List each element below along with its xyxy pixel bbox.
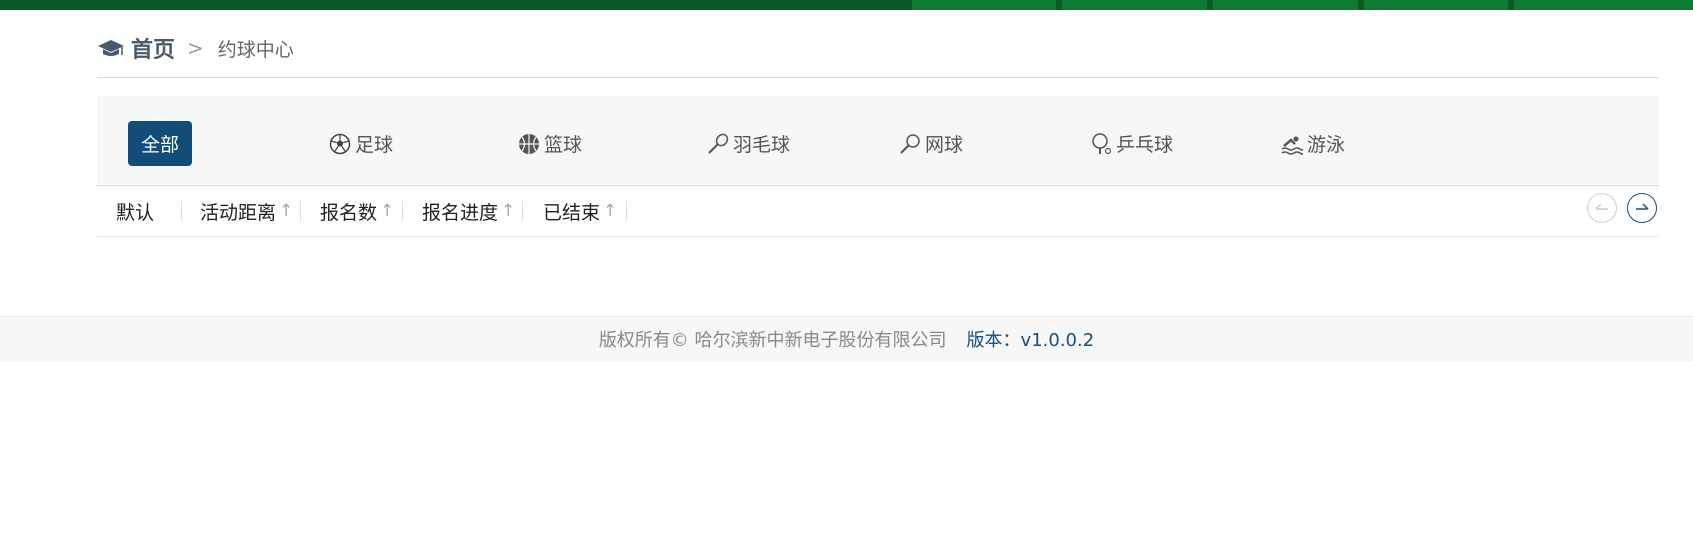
breadcrumb-home-link[interactable]: 首页 [131, 32, 175, 64]
sport-category-tabs: 全部 足球 篮球 羽毛球 网球 乒乓球 游泳 [97, 96, 1659, 184]
top-banner [0, 0, 1693, 10]
sort-default[interactable]: 默认 [116, 196, 154, 226]
sort-arrow-up-icon: ↑ [603, 201, 618, 221]
sort-arrow-up-icon: ↑ [380, 201, 395, 221]
sort-label: 报名数 [320, 201, 378, 224]
copyright-text: 版权所有© 哈尔滨新中新电子股份有限公司 [598, 330, 947, 351]
tab-label: 网球 [925, 134, 964, 156]
soccer-ball-icon [329, 133, 351, 154]
sort-ended[interactable]: 已结束 ↑ [543, 196, 617, 226]
tab-tennis[interactable]: 网球 [899, 121, 963, 166]
sort-signups[interactable]: 报名数 ↑ [320, 196, 394, 226]
previous-page-button[interactable] [1587, 193, 1617, 223]
tab-label: 乒乓球 [1116, 134, 1174, 156]
tab-swimming[interactable]: 游泳 [1281, 121, 1345, 166]
sort-progress[interactable]: 报名进度 ↑ [422, 196, 515, 226]
arrow-left-icon [1595, 203, 1608, 210]
sort-distance[interactable]: 活动距离 ↑ [200, 196, 293, 226]
tennis-racket-icon [900, 133, 920, 154]
sort-label: 报名进度 [422, 201, 499, 224]
sort-label: 默认 [116, 201, 155, 224]
breadcrumb-current: 约球中心 [217, 38, 294, 61]
tab-all[interactable]: 全部 [128, 121, 193, 166]
breadcrumb-separator-icon: > [187, 36, 204, 60]
ping-pong-icon [1092, 132, 1112, 154]
footer: 版权所有© 哈尔滨新中新电子股份有限公司 版本：v1.0.0.2 [0, 316, 1693, 361]
tab-soccer[interactable]: 足球 [329, 121, 393, 166]
basketball-icon [519, 133, 539, 154]
badminton-racket-icon [708, 133, 729, 154]
tab-badminton[interactable]: 羽毛球 [707, 121, 790, 166]
sort-label: 已结束 [543, 201, 601, 224]
version-text: 版本：v1.0.0.2 [966, 330, 1095, 351]
divider [300, 201, 301, 221]
divider [181, 201, 182, 221]
sort-bar: 默认 活动距离 ↑ 报名数 ↑ 报名进度 ↑ 已结束 ↑ [97, 186, 1659, 236]
graduation-cap-icon [98, 40, 124, 56]
divider [522, 201, 523, 221]
swimming-icon [1281, 136, 1303, 155]
divider [402, 201, 403, 221]
breadcrumb: 首页 > 约球中心 [97, 32, 294, 64]
tab-ping-pong[interactable]: 乒乓球 [1090, 121, 1173, 166]
arrow-right-icon [1636, 203, 1649, 210]
sort-arrow-up-icon: ↑ [501, 201, 516, 221]
divider [97, 236, 1659, 237]
sort-arrow-up-icon: ↑ [279, 201, 294, 221]
divider [626, 201, 627, 221]
tab-label: 羽毛球 [733, 134, 791, 156]
tab-label: 游泳 [1307, 134, 1346, 156]
divider [97, 77, 1659, 78]
tab-basketball[interactable]: 篮球 [518, 121, 582, 166]
next-page-button[interactable] [1627, 193, 1657, 223]
sort-label: 活动距离 [200, 201, 277, 224]
tab-label: 篮球 [544, 134, 583, 156]
tab-label: 足球 [355, 134, 394, 156]
tab-label: 全部 [141, 134, 180, 156]
